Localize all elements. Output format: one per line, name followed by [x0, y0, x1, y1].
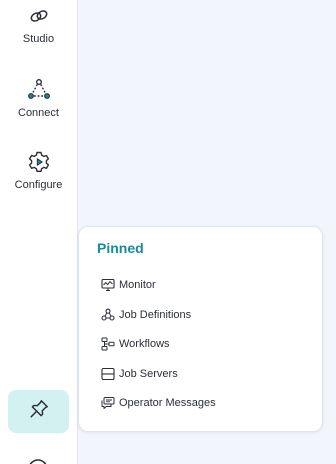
sidebar-item-label: Connect	[18, 107, 59, 119]
pinned-item-job-servers[interactable]: Job Servers	[101, 364, 311, 384]
pinned-item-job-definitions[interactable]: Job Definitions	[101, 305, 311, 325]
pinned-list: Monitor Job Definitions Workflows Job Se…	[101, 275, 311, 423]
studio-icon	[27, 4, 51, 28]
sidebar-item-label: Configure	[14, 179, 63, 191]
pinned-popover: Pinned Monitor Job Definitions Workflows…	[78, 226, 323, 432]
connect-icon	[27, 78, 51, 102]
app-window: Studio Connect Configure Pinned Monitor …	[0, 0, 336, 464]
configure-icon	[27, 150, 51, 174]
popover-title: Pinned	[97, 240, 144, 256]
pinned-item-operator-messages[interactable]: Operator Messages	[101, 393, 311, 413]
monitor-icon	[101, 278, 115, 292]
pinned-item-label: Job Definitions	[119, 308, 192, 321]
workflows-icon	[101, 337, 115, 351]
pinned-item-label: Workflows	[119, 338, 170, 350]
operator-messages-icon	[101, 396, 115, 410]
pin-icon	[28, 398, 50, 425]
sidebar-item-configure[interactable]: Configure	[0, 150, 77, 192]
job-servers-icon	[101, 367, 115, 381]
sidebar: Studio Connect Configure	[0, 0, 78, 464]
pinned-item-label: Job Servers	[119, 367, 178, 380]
pinned-item-monitor[interactable]: Monitor	[101, 275, 311, 295]
sidebar-item-label: Studio	[22, 33, 55, 45]
pinned-toggle-button[interactable]	[8, 390, 69, 433]
sidebar-item-connect[interactable]: Connect	[0, 78, 77, 120]
job-definitions-icon	[101, 308, 115, 322]
help-icon[interactable]	[27, 458, 49, 464]
pinned-item-label: Monitor	[119, 279, 156, 291]
pinned-item-label: Operator Messages	[119, 397, 216, 409]
pinned-item-workflows[interactable]: Workflows	[101, 334, 311, 354]
sidebar-item-studio[interactable]: Studio	[0, 4, 77, 46]
